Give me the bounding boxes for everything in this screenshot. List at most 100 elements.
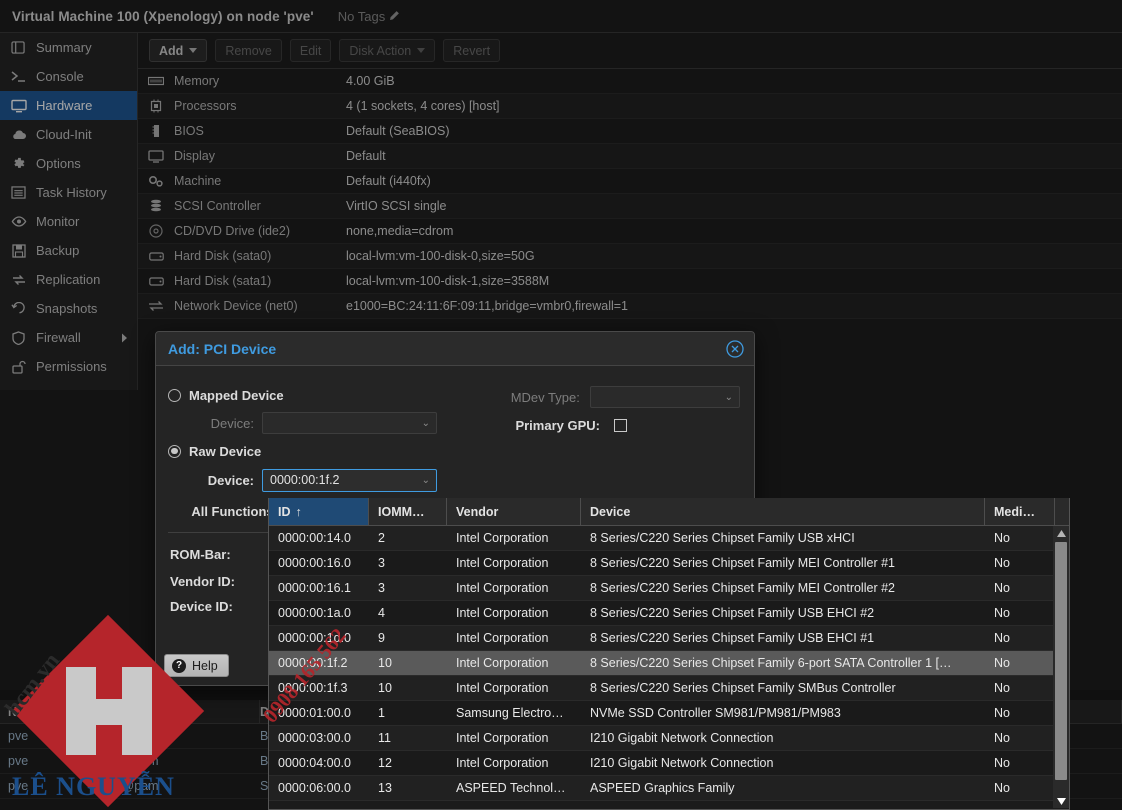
column-header-iommu[interactable]: IOMM… — [369, 498, 447, 525]
chevron-down-icon: ⌄ — [421, 417, 430, 429]
cell-id: 0000:04:00.0 — [278, 756, 351, 770]
cell-media: No — [994, 756, 1010, 770]
list-item[interactable]: 0000:00:1f.3 10 Intel Corporation 8 Seri… — [269, 676, 1069, 701]
radio-icon — [168, 444, 181, 458]
raw-device-select[interactable]: 0000:00:1f.2 ⌄ — [262, 468, 437, 492]
mapped-device-field-label: Device: — [210, 415, 254, 431]
cell-vendor: Intel Corporation — [456, 681, 549, 695]
cell-id: 0000:00:16.1 — [278, 581, 351, 595]
raw-device-label: Raw Device — [189, 443, 262, 459]
list-item[interactable]: 0000:01:00.0 1 Samsung Electro… NVMe SSD… — [269, 701, 1069, 726]
cell-iommu: 1 — [378, 706, 385, 720]
cell-device: NVMe SSD Controller SM981/PM981/PM983 — [590, 706, 841, 720]
cell-iommu: 2 — [378, 531, 385, 545]
cell-id: 0000:00:16.0 — [278, 556, 351, 570]
cell-media: No — [994, 531, 1010, 545]
cell-media: No — [994, 731, 1010, 745]
scroll-up-arrow-icon[interactable] — [1053, 526, 1069, 540]
cell-media: No — [994, 681, 1010, 695]
cell-id: 0000:06:00.0 — [278, 781, 351, 795]
cell-id: 0000:00:14.0 — [278, 531, 351, 545]
all-functions-label: All Functions: — [191, 503, 278, 519]
chevron-down-icon: ⌄ — [724, 391, 733, 403]
scroll-down-arrow-icon[interactable] — [1053, 794, 1069, 808]
primary-gpu-label: Primary GPU: — [515, 417, 600, 433]
cell-vendor: Intel Corporation — [456, 581, 549, 595]
cell-media: No — [994, 656, 1010, 670]
mapped-device-label: Mapped Device — [189, 387, 284, 403]
list-item[interactable]: 0000:00:14.0 2 Intel Corporation 8 Serie… — [269, 526, 1069, 551]
list-item[interactable]: 0000:03:00.0 11 Intel Corporation I210 G… — [269, 726, 1069, 751]
cell-media: No — [994, 606, 1010, 620]
raw-device-field-label: Device: — [207, 472, 254, 488]
cell-vendor: Samsung Electro… — [456, 706, 564, 720]
cell-iommu: 4 — [378, 606, 385, 620]
pci-device-picker: ID ↑ IOMM… Vendor Device Medi… 0000:00:1… — [268, 498, 1070, 810]
cell-vendor: Intel Corporation — [456, 556, 549, 570]
cell-iommu: 3 — [378, 556, 385, 570]
help-button-label: Help — [192, 658, 218, 673]
sort-asc-icon: ↑ — [295, 504, 302, 519]
scrollbar-thumb[interactable] — [1055, 542, 1067, 780]
list-item[interactable]: 0000:00:1d.0 9 Intel Corporation 8 Serie… — [269, 626, 1069, 651]
column-header-media[interactable]: Medi… — [985, 498, 1055, 525]
cell-iommu: 10 — [378, 656, 392, 670]
dialog-title: Add: PCI Device — [168, 340, 277, 357]
picker-header: ID ↑ IOMM… Vendor Device Medi… — [269, 498, 1069, 526]
column-header-id-label: ID — [278, 504, 291, 519]
cell-vendor: Intel Corporation — [456, 606, 549, 620]
cell-device: I210 Gigabit Network Connection — [590, 756, 774, 770]
mapped-device-select[interactable]: ⌄ — [262, 412, 437, 434]
cell-iommu: 13 — [378, 781, 392, 795]
column-header-device[interactable]: Device — [581, 498, 985, 525]
mapped-device-radio[interactable]: Mapped Device — [168, 382, 455, 408]
cell-id: 0000:03:00.0 — [278, 731, 351, 745]
cell-vendor: Intel Corporation — [456, 756, 549, 770]
list-item[interactable]: 0000:04:00.0 12 Intel Corporation I210 G… — [269, 751, 1069, 776]
cell-device: 8 Series/C220 Series Chipset Family MEI … — [590, 581, 895, 595]
cell-device: 8 Series/C220 Series Chipset Family SMBu… — [590, 681, 896, 695]
cell-media: No — [994, 781, 1010, 795]
primary-gpu-checkbox[interactable] — [614, 418, 627, 432]
list-item[interactable]: 0000:00:1a.0 4 Intel Corporation 8 Serie… — [269, 601, 1069, 626]
device-id-label: Device ID: — [170, 599, 233, 614]
cell-iommu: 11 — [378, 731, 391, 745]
cell-iommu: 12 — [378, 756, 392, 770]
cell-iommu: 10 — [378, 681, 392, 695]
list-item[interactable]: 0000:00:16.1 3 Intel Corporation 8 Serie… — [269, 576, 1069, 601]
raw-device-select-value: 0000:00:1f.2 — [270, 473, 340, 487]
watermark-text-brand: LÊ NGUYỄN — [12, 772, 175, 801]
radio-icon — [168, 388, 181, 402]
cell-vendor: Intel Corporation — [456, 631, 549, 645]
cell-media: No — [994, 706, 1010, 720]
cell-vendor: Intel Corporation — [456, 531, 549, 545]
column-header-vendor[interactable]: Vendor — [447, 498, 581, 525]
rom-bar-label: ROM-Bar: — [170, 546, 231, 562]
help-button[interactable]: ? Help — [164, 654, 229, 677]
raw-device-radio[interactable]: Raw Device — [168, 438, 455, 464]
cell-media: No — [994, 581, 1010, 595]
mdev-type-select[interactable]: ⌄ — [589, 386, 740, 408]
question-icon: ? — [172, 658, 186, 673]
list-item[interactable]: 0000:06:00.0 13 ASPEED Technol… ASPEED G… — [269, 776, 1069, 801]
picker-scrollbar[interactable] — [1053, 526, 1069, 808]
cell-device: 8 Series/C220 Series Chipset Family MEI … — [590, 556, 895, 570]
list-item-selected[interactable]: 0000:00:1f.2 10 Intel Corporation 8 Seri… — [269, 651, 1069, 676]
cell-device: ASPEED Graphics Family — [590, 781, 735, 795]
mdev-type-label: MDev Type: — [510, 389, 580, 405]
cell-iommu: 9 — [378, 631, 385, 645]
cell-vendor: Intel Corporation — [456, 656, 549, 670]
list-item[interactable]: 0000:00:16.0 3 Intel Corporation 8 Serie… — [269, 551, 1069, 576]
dialog-header: Add: PCI Device — [156, 332, 754, 366]
cell-device: 8 Series/C220 Series Chipset Family USB … — [590, 631, 875, 645]
cell-device: 8 Series/C220 Series Chipset Family 6-po… — [590, 656, 952, 670]
cell-vendor: Intel Corporation — [456, 731, 549, 745]
cell-iommu: 3 — [378, 581, 385, 595]
cell-device: 8 Series/C220 Series Chipset Family USB … — [590, 531, 855, 545]
cell-device: 8 Series/C220 Series Chipset Family USB … — [590, 606, 875, 620]
close-circle-icon[interactable] — [726, 339, 744, 358]
column-header-id[interactable]: ID ↑ — [269, 498, 369, 525]
chevron-down-icon: ⌄ — [421, 474, 430, 486]
cell-id: 0000:00:1a.0 — [278, 606, 351, 620]
proxmox-app: Virtual Machine 100 (Xpenology) on node … — [0, 0, 1122, 810]
